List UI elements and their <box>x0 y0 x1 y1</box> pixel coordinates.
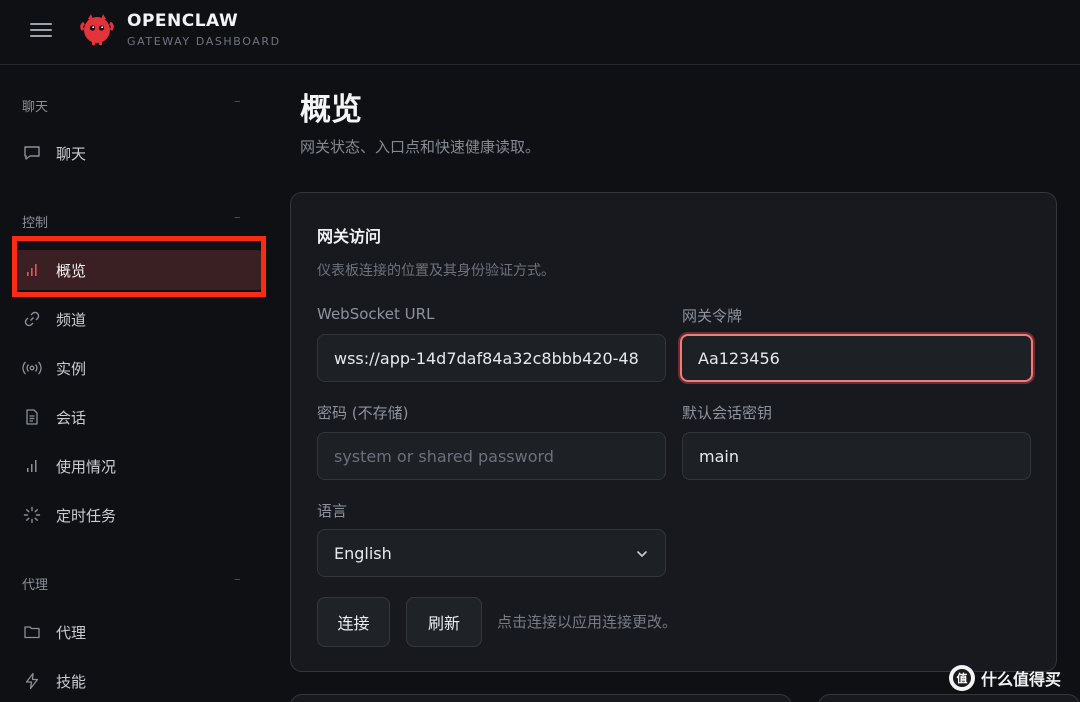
collapse-toggle-agents[interactable]: – <box>234 572 241 587</box>
sidebar-item-overview[interactable]: 概览 <box>14 250 262 290</box>
sidebar-item-cron-jobs[interactable]: 定时任务 <box>14 495 262 535</box>
sidebar-item-label: 使用情况 <box>56 457 117 476</box>
lightning-icon <box>22 671 42 691</box>
refresh-button[interactable]: 刷新 <box>406 597 482 647</box>
sidebar-item-label: 代理 <box>56 623 87 642</box>
sidebar-section-control: 控制 <box>22 216 49 231</box>
gateway-token-input[interactable]: Aa123456 <box>680 334 1033 382</box>
sidebar-item-label: 会话 <box>56 408 87 427</box>
brand-title: OPENCLAW <box>127 11 239 31</box>
gateway-access-card: 网关访问 仪表板连接的位置及其身份验证方式。 WebSocket URL wss… <box>290 192 1057 672</box>
sidebar-item-label: 聊天 <box>56 144 87 163</box>
loader-icon <box>22 505 42 525</box>
hamburger-icon[interactable] <box>30 20 52 40</box>
connect-hint-text: 点击连接以应用连接更改。 <box>497 613 678 631</box>
sidebar-item-channels[interactable]: 频道 <box>14 299 262 339</box>
password-label: 密码 (不存储) <box>317 404 409 422</box>
sidebar-item-label: 实例 <box>56 359 87 378</box>
card-title: 网关访问 <box>317 227 382 246</box>
sidebar: 聊天 – 聊天 控制 – 概览 频道 实例 会话 使用情况 定时任务 代理 – … <box>0 66 265 702</box>
language-select[interactable]: English <box>317 529 666 577</box>
document-icon <box>22 407 42 427</box>
sidebar-item-agents[interactable]: 代理 <box>14 612 262 652</box>
sidebar-section-chat: 聊天 <box>22 100 49 115</box>
sidebar-item-label: 概览 <box>56 261 87 280</box>
chat-bubble-icon <box>22 143 42 163</box>
smzdm-logo: 值 <box>949 665 975 691</box>
sidebar-item-label: 频道 <box>56 310 87 329</box>
language-label: 语言 <box>317 502 348 520</box>
folder-icon <box>22 622 42 642</box>
app-header: OPENCLAW GATEWAY DASHBOARD <box>0 0 1080 65</box>
password-input[interactable]: system or shared password <box>317 432 666 480</box>
gateway-token-label: 网关令牌 <box>682 307 743 325</box>
collapse-toggle-chat[interactable]: – <box>234 94 241 109</box>
sidebar-section-agents: 代理 <box>22 578 49 593</box>
collapse-toggle-control[interactable]: – <box>234 210 241 225</box>
brand-subtitle: GATEWAY DASHBOARD <box>127 35 281 48</box>
default-session-key-label: 默认会话密钥 <box>682 404 773 422</box>
red-claw-mascot-logo <box>80 14 114 45</box>
bar-chart-icon <box>22 456 42 476</box>
sidebar-item-instances[interactable]: 实例 <box>14 348 262 388</box>
connect-button[interactable]: 连接 <box>317 597 390 647</box>
svg-text:值: 值 <box>957 671 968 685</box>
sidebar-item-skills[interactable]: 技能 <box>14 661 262 701</box>
sidebar-item-sessions[interactable]: 会话 <box>14 397 262 437</box>
watermark-text: 什么值得买 <box>981 670 1062 689</box>
lower-card-right <box>818 694 1080 702</box>
chevron-down-icon <box>637 551 647 557</box>
page-title: 概览 <box>300 92 362 128</box>
language-select-value: English <box>334 543 392 563</box>
sidebar-item-chat[interactable]: 聊天 <box>14 133 262 173</box>
watermark: 值 什么值得买 <box>949 662 1061 694</box>
page-subtitle: 网关状态、入口点和快速健康读取。 <box>300 138 541 156</box>
websocket-url-label: WebSocket URL <box>317 305 435 323</box>
lower-card-left <box>290 694 792 702</box>
bar-chart-icon <box>22 260 42 280</box>
link-icon <box>22 309 42 329</box>
sidebar-item-usage[interactable]: 使用情况 <box>14 446 262 486</box>
websocket-url-input[interactable]: wss://app-14d7daf84a32c8bbb420-48 <box>317 334 666 382</box>
sidebar-item-label: 定时任务 <box>56 506 117 525</box>
card-description: 仪表板连接的位置及其身份验证方式。 <box>317 263 555 279</box>
broadcast-icon <box>22 358 42 378</box>
default-session-key-input[interactable]: main <box>682 432 1031 480</box>
sidebar-item-label: 技能 <box>56 672 87 691</box>
